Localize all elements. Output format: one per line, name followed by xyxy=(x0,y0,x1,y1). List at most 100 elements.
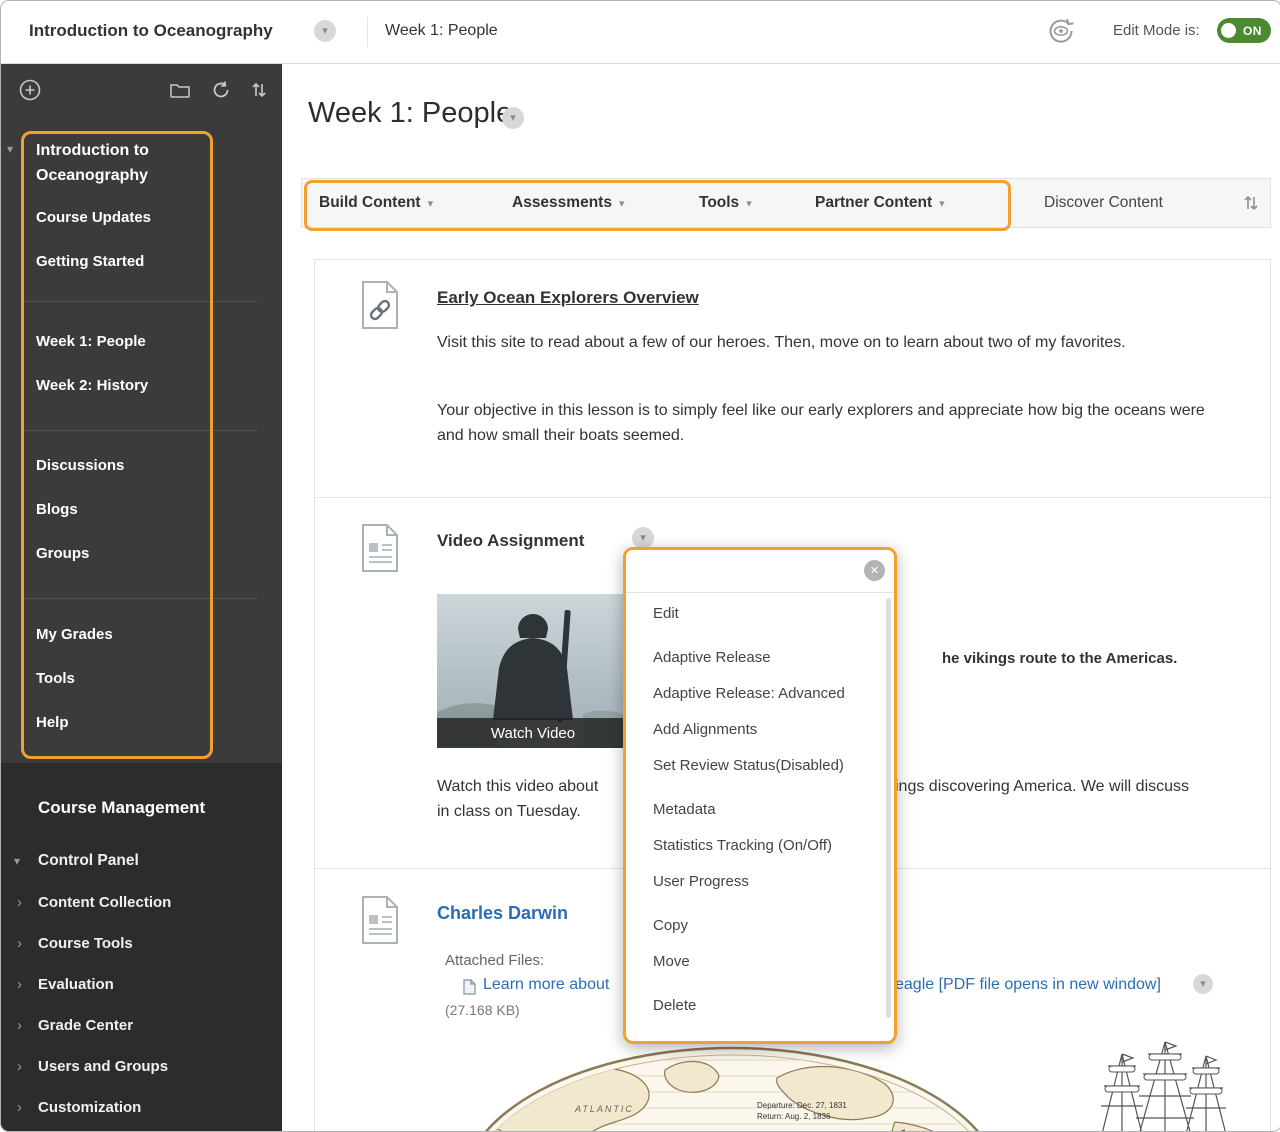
sidebar-item-course-updates[interactable]: Course Updates xyxy=(36,207,151,229)
sidebar-item-content-collection[interactable]: Content Collection xyxy=(38,892,171,914)
assessments-label: Assessments xyxy=(512,194,612,212)
video-desc-left-line2: in class on Tuesday. xyxy=(437,799,581,824)
menu-item-delete[interactable]: Delete xyxy=(653,988,894,1024)
menu-item-adaptive-release[interactable]: Adaptive Release xyxy=(653,640,894,676)
sidebar-course-title[interactable]: Introduction to Oceanography xyxy=(36,138,196,188)
video-desc-right-line1: ings discovering America. We will discus… xyxy=(895,774,1189,799)
darwin-item-title[interactable]: Charles Darwin xyxy=(437,903,568,924)
discover-content-label: Discover Content xyxy=(1044,194,1163,212)
context-menu-header: ✕ xyxy=(626,550,894,593)
world-map-image: Departure: Dec. 27, 1831 Return: Aug. 2,… xyxy=(457,1042,1007,1132)
sidebar-item-control-panel[interactable]: Control Panel xyxy=(38,850,139,872)
menu-item-adaptive-release-advanced[interactable]: Adaptive Release: Advanced xyxy=(653,676,894,712)
chevron-right-icon: › xyxy=(17,1056,22,1078)
add-menu-item-icon[interactable] xyxy=(19,79,41,106)
menu-item-add-alignments[interactable]: Add Alignments xyxy=(653,712,894,748)
sidebar-item-evaluation[interactable]: Evaluation xyxy=(38,974,114,996)
ship-illustration xyxy=(1090,1038,1240,1132)
map-return-label: Return: Aug. 2, 1836 xyxy=(757,1112,831,1121)
sidebar-item-tools[interactable]: Tools xyxy=(36,668,75,690)
sidebar-item-my-grades[interactable]: My Grades xyxy=(36,624,113,646)
divider xyxy=(23,301,257,302)
page-title: Week 1: People xyxy=(308,97,512,130)
chevron-right-icon: › xyxy=(17,892,22,914)
menu-item-set-review-status[interactable]: Set Review Status(Disabled) xyxy=(653,748,894,784)
student-preview-icon[interactable] xyxy=(1045,16,1077,51)
menu-item-edit[interactable]: Edit xyxy=(653,596,894,632)
divider xyxy=(315,497,1270,498)
sidebar-item-help[interactable]: Help xyxy=(36,712,69,734)
url-item-icon xyxy=(360,280,400,335)
divider xyxy=(367,17,368,47)
file-size: (27.168 KB) xyxy=(445,1002,520,1018)
sort-items-icon[interactable] xyxy=(1243,193,1259,218)
chevron-right-icon: › xyxy=(17,974,22,996)
attached-file-link-right[interactable]: eagle [PDF file opens in new window] xyxy=(895,976,1161,994)
menu-item-statistics-tracking[interactable]: Statistics Tracking (On/Off) xyxy=(653,828,894,864)
refresh-icon[interactable] xyxy=(211,80,231,105)
sidebar-item-users-and-groups[interactable]: Users and Groups xyxy=(38,1056,168,1078)
course-menu-chevron-icon[interactable]: ▾ xyxy=(314,20,336,42)
build-content-label: Build Content xyxy=(319,194,421,212)
chevron-down-icon: ▾ xyxy=(428,197,434,210)
sidebar-item-blogs[interactable]: Blogs xyxy=(36,499,78,521)
video-thumbnail[interactable]: Watch Video xyxy=(437,594,629,748)
video-item-icon xyxy=(360,523,400,578)
expand-caret-icon[interactable]: ▾ xyxy=(7,143,13,155)
item-context-menu: ✕ Edit Adaptive Release Adaptive Release… xyxy=(623,547,897,1044)
chevron-down-icon: ▾ xyxy=(746,197,752,210)
video-item-title: Video Assignment xyxy=(437,531,584,551)
edit-mode-label: Edit Mode is: xyxy=(1113,22,1200,39)
overview-paragraph-2: Your objective in this lesson is to simp… xyxy=(437,398,1232,448)
sidebar-item-week-1-people[interactable]: Week 1: People xyxy=(36,331,146,353)
build-content-menu-button[interactable]: Build Content ▾ xyxy=(319,179,433,227)
tools-label: Tools xyxy=(699,194,739,212)
toggle-dot-icon xyxy=(1221,23,1236,38)
sidebar-item-customization[interactable]: Customization xyxy=(38,1097,141,1119)
watch-video-caption: Watch Video xyxy=(437,718,629,748)
chevron-right-icon: › xyxy=(17,1015,22,1037)
attached-files-label: Attached Files: xyxy=(445,952,544,969)
folder-view-icon[interactable] xyxy=(170,82,190,103)
map-ocean-label: ATLANTIC xyxy=(574,1104,634,1114)
blackboard-app-window: Introduction to Oceanography ▾ Week 1: P… xyxy=(0,0,1280,1132)
file-link-menu-chevron-icon[interactable]: ▾ xyxy=(1193,974,1213,994)
divider xyxy=(23,430,257,431)
map-departure-label: Departure: Dec. 27, 1831 xyxy=(757,1101,847,1110)
sidebar-item-grade-center[interactable]: Grade Center xyxy=(38,1015,133,1037)
video-item-menu-chevron-icon[interactable]: ▾ xyxy=(632,527,654,549)
reorder-arrows-icon[interactable] xyxy=(251,80,267,105)
darwin-item-icon xyxy=(360,895,400,950)
control-panel-caret-icon[interactable]: ▾ xyxy=(14,855,20,867)
menu-item-copy[interactable]: Copy xyxy=(653,908,894,944)
file-icon xyxy=(463,979,476,1000)
chevron-down-icon: ▾ xyxy=(619,197,625,210)
topbar-course-title: Introduction to Oceanography xyxy=(29,21,273,41)
sidebar-item-week-2-history[interactable]: Week 2: History xyxy=(36,375,148,397)
course-management-heading: Course Management xyxy=(38,798,205,818)
close-icon[interactable]: ✕ xyxy=(864,560,885,581)
sidebar-item-course-tools[interactable]: Course Tools xyxy=(38,933,133,955)
top-bar: Introduction to Oceanography ▾ Week 1: P… xyxy=(1,1,1280,64)
context-menu-list: Edit Adaptive Release Adaptive Release: … xyxy=(626,592,894,1041)
menu-item-metadata[interactable]: Metadata xyxy=(653,792,894,828)
menu-item-user-progress[interactable]: User Progress xyxy=(653,864,894,900)
sidebar: ▾ Introduction to Oceanography Course Up… xyxy=(1,63,282,1131)
sidebar-item-groups[interactable]: Groups xyxy=(36,543,89,565)
breadcrumb: Week 1: People xyxy=(385,22,498,40)
tools-menu-button[interactable]: Tools ▾ xyxy=(699,179,752,227)
discover-content-button[interactable]: Discover Content xyxy=(1044,179,1163,227)
partner-content-menu-button[interactable]: Partner Content▾ xyxy=(815,179,945,227)
sidebar-item-getting-started[interactable]: Getting Started xyxy=(36,251,144,273)
assessments-menu-button[interactable]: Assessments ▾ xyxy=(512,179,624,227)
edit-mode-value: ON xyxy=(1243,24,1262,38)
chevron-down-icon: ▾ xyxy=(939,197,945,210)
overview-item-title[interactable]: Early Ocean Explorers Overview xyxy=(437,288,699,308)
scrollbar[interactable] xyxy=(886,598,891,1018)
edit-mode-toggle[interactable]: ON xyxy=(1217,18,1271,43)
menu-item-move[interactable]: Move xyxy=(653,944,894,980)
page-title-menu-chevron-icon[interactable]: ▾ xyxy=(502,107,524,129)
chevron-right-icon: › xyxy=(17,933,22,955)
attached-file-link-left[interactable]: Learn more about xyxy=(483,976,609,994)
sidebar-item-discussions[interactable]: Discussions xyxy=(36,455,124,477)
